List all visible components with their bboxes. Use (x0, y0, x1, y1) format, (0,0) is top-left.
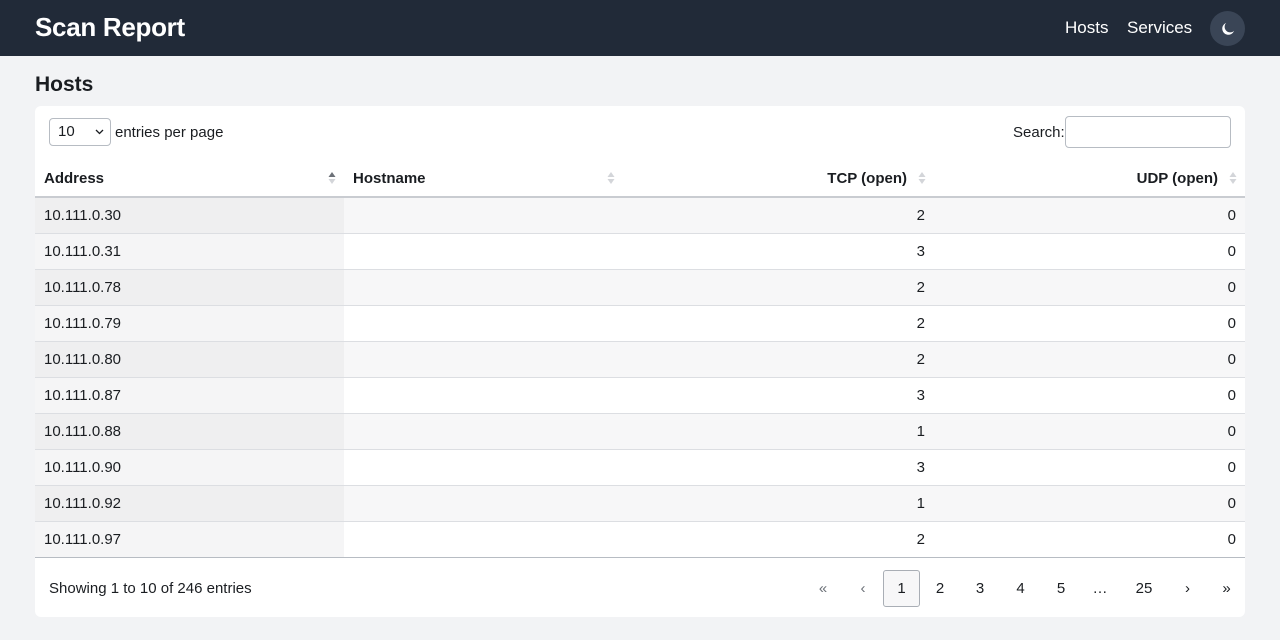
search-input[interactable] (1065, 116, 1231, 148)
column-header-hostname[interactable]: Hostname (344, 160, 623, 198)
column-header-label: UDP (open) (1136, 169, 1218, 187)
cell-hostname (344, 485, 623, 522)
table-row: 10.111.0.90 3 0 (35, 449, 1245, 486)
table-row: 10.111.0.87 3 0 (35, 377, 1245, 414)
page-button-25[interactable]: 25 (1119, 570, 1169, 607)
cell-tcp-open: 2 (623, 521, 934, 558)
page-button-3[interactable]: 3 (960, 570, 1000, 607)
page-next-button[interactable]: › (1169, 570, 1206, 607)
cell-address: 10.111.0.87 (35, 377, 344, 414)
hosts-table: Address Hostname TCP (open) UDP (open) 1… (35, 160, 1245, 558)
table-body: 10.111.0.30 2 0 10.111.0.31 3 0 10.111.0.78 2… (35, 197, 1245, 558)
table-row: 10.111.0.80 2 0 (35, 341, 1245, 378)
cell-tcp-open: 3 (623, 377, 934, 414)
cell-hostname (344, 413, 623, 450)
moon-icon (1221, 22, 1234, 35)
cell-hostname (344, 341, 623, 378)
cell-address: 10.111.0.92 (35, 485, 344, 522)
cell-hostname (344, 449, 623, 486)
hosts-table-card: 10 entries per page Search: Address Host… (35, 106, 1245, 617)
column-header-address[interactable]: Address (35, 160, 344, 198)
sort-icon (1229, 172, 1237, 184)
cell-udp-open: 0 (934, 449, 1245, 486)
cell-hostname (344, 197, 623, 234)
table-row: 10.111.0.79 2 0 (35, 305, 1245, 342)
cell-address: 10.111.0.80 (35, 341, 344, 378)
cell-address: 10.111.0.31 (35, 233, 344, 270)
theme-toggle-button[interactable] (1210, 11, 1245, 46)
nav-link-hosts[interactable]: Hosts (1065, 18, 1108, 38)
cell-hostname (344, 269, 623, 306)
cell-udp-open: 0 (934, 377, 1245, 414)
table-info-text: Showing 1 to 10 of 246 entries (49, 580, 252, 597)
table-row: 10.111.0.97 2 0 (35, 521, 1245, 558)
column-header-udp-open[interactable]: UDP (open) (934, 160, 1245, 198)
cell-address: 10.111.0.97 (35, 521, 344, 558)
cell-tcp-open: 2 (623, 269, 934, 306)
table-row: 10.111.0.78 2 0 (35, 269, 1245, 306)
cell-udp-open: 0 (934, 341, 1245, 378)
cell-udp-open: 0 (934, 269, 1245, 306)
cell-address: 10.111.0.78 (35, 269, 344, 306)
top-navbar: Scan Report Hosts Services (0, 0, 1280, 56)
cell-hostname (344, 521, 623, 558)
column-header-tcp-open[interactable]: TCP (open) (623, 160, 934, 198)
page-last-button[interactable]: » (1206, 570, 1247, 607)
sort-icon (607, 172, 615, 184)
page-button-1[interactable]: 1 (883, 570, 920, 607)
page-length-value: 10 (58, 123, 75, 140)
sort-icon (918, 172, 926, 184)
cell-udp-open: 0 (934, 197, 1245, 234)
cell-hostname (344, 377, 623, 414)
page-button-4[interactable]: 4 (1000, 570, 1041, 607)
table-row: 10.111.0.31 3 0 (35, 233, 1245, 270)
page-title: Hosts (35, 73, 94, 96)
pagination: « ‹ 1 2 3 4 5 … 25 › » (803, 570, 1247, 607)
cell-udp-open: 0 (934, 485, 1245, 522)
cell-tcp-open: 2 (623, 341, 934, 378)
cell-udp-open: 0 (934, 413, 1245, 450)
table-row: 10.111.0.30 2 0 (35, 197, 1245, 234)
sort-ascending-icon (328, 172, 336, 184)
cell-tcp-open: 3 (623, 449, 934, 486)
page-length-label: entries per page (115, 124, 224, 141)
table-header-row: Address Hostname TCP (open) UDP (open) (35, 160, 1245, 198)
page-first-button[interactable]: « (803, 570, 843, 607)
cell-address: 10.111.0.90 (35, 449, 344, 486)
page-length-select[interactable]: 10 (49, 118, 111, 146)
table-row: 10.111.0.92 1 0 (35, 485, 1245, 522)
cell-address: 10.111.0.88 (35, 413, 344, 450)
cell-tcp-open: 1 (623, 413, 934, 450)
search-label: Search: (1013, 124, 1065, 141)
cell-address: 10.111.0.30 (35, 197, 344, 234)
page-ellipsis: … (1092, 580, 1108, 597)
brand-title[interactable]: Scan Report (35, 12, 185, 43)
cell-hostname (344, 233, 623, 270)
page-button-2[interactable]: 2 (920, 570, 960, 607)
column-header-label: Address (44, 169, 105, 187)
column-header-label: Hostname (353, 169, 426, 187)
cell-udp-open: 0 (934, 305, 1245, 342)
cell-udp-open: 0 (934, 233, 1245, 270)
cell-tcp-open: 1 (623, 485, 934, 522)
cell-tcp-open: 2 (623, 305, 934, 342)
chevron-down-icon (95, 129, 104, 135)
table-row: 10.111.0.88 1 0 (35, 413, 1245, 450)
nav-link-services[interactable]: Services (1127, 18, 1192, 38)
cell-address: 10.111.0.79 (35, 305, 344, 342)
cell-udp-open: 0 (934, 521, 1245, 558)
page-button-5[interactable]: 5 (1041, 570, 1081, 607)
cell-tcp-open: 3 (623, 233, 934, 270)
column-header-label: TCP (open) (827, 169, 907, 187)
cell-hostname (344, 305, 623, 342)
cell-tcp-open: 2 (623, 197, 934, 234)
page-prev-button[interactable]: ‹ (843, 570, 883, 607)
